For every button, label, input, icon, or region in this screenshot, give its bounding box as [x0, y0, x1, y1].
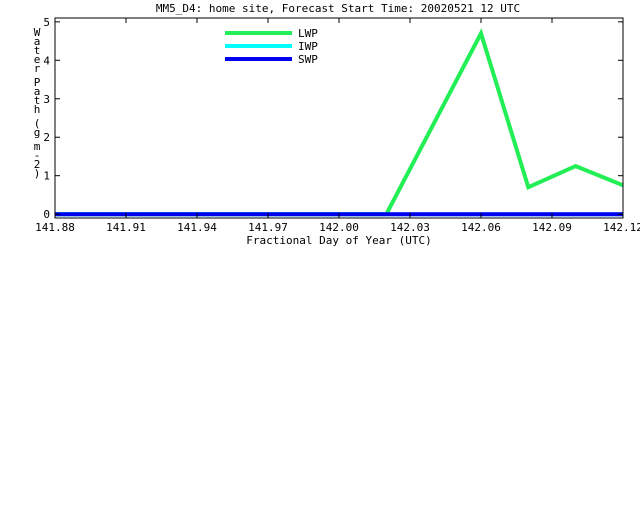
x-tick-label: 141.94 — [177, 221, 217, 234]
y-tick-label: 3 — [43, 93, 50, 106]
x-tick-label: 141.88 — [35, 221, 75, 234]
x-tick-label: 142.00 — [319, 221, 359, 234]
legend-label-iwp: IWP — [298, 40, 318, 53]
y-tick-label: 1 — [43, 170, 50, 183]
y-label-char: g — [34, 126, 41, 139]
x-tick-label: 142.09 — [532, 221, 572, 234]
legend: LWPIWPSWP — [225, 27, 318, 66]
legend-label-lwp: LWP — [298, 27, 318, 40]
y-tick-label: 0 — [43, 208, 50, 221]
water-path-chart: MM5_D4: home site, Forecast Start Time: … — [34, 2, 640, 247]
legend-label-swp: SWP — [298, 53, 318, 66]
series-layer — [55, 28, 624, 217]
series-line-lwp — [55, 28, 624, 217]
x-tick-label: 142.12 — [603, 221, 640, 234]
axis-ticks: 141.88 141.91 141.94 141.97 142.00 142.03 142.… — [35, 16, 640, 234]
y-tick-label: 5 — [43, 16, 50, 29]
y-label-char: h — [34, 103, 41, 116]
y-label-char: r — [34, 62, 41, 75]
y-axis-label: WaterPath(gm-2) — [34, 26, 41, 180]
chart-title: MM5_D4: home site, Forecast Start Time: … — [156, 2, 520, 15]
y-tick-label: 4 — [43, 54, 50, 67]
x-axis-label: Fractional Day of Year (UTC) — [246, 234, 431, 247]
x-tick-label: 141.91 — [106, 221, 146, 234]
y-tick-label: 2 — [43, 131, 50, 144]
plot-frame — [54, 17, 624, 219]
x-tick-label: 142.06 — [461, 221, 501, 234]
x-tick-label: 141.97 — [248, 221, 288, 234]
y-label-char: ) — [34, 167, 41, 180]
x-tick-label: 142.03 — [390, 221, 430, 234]
